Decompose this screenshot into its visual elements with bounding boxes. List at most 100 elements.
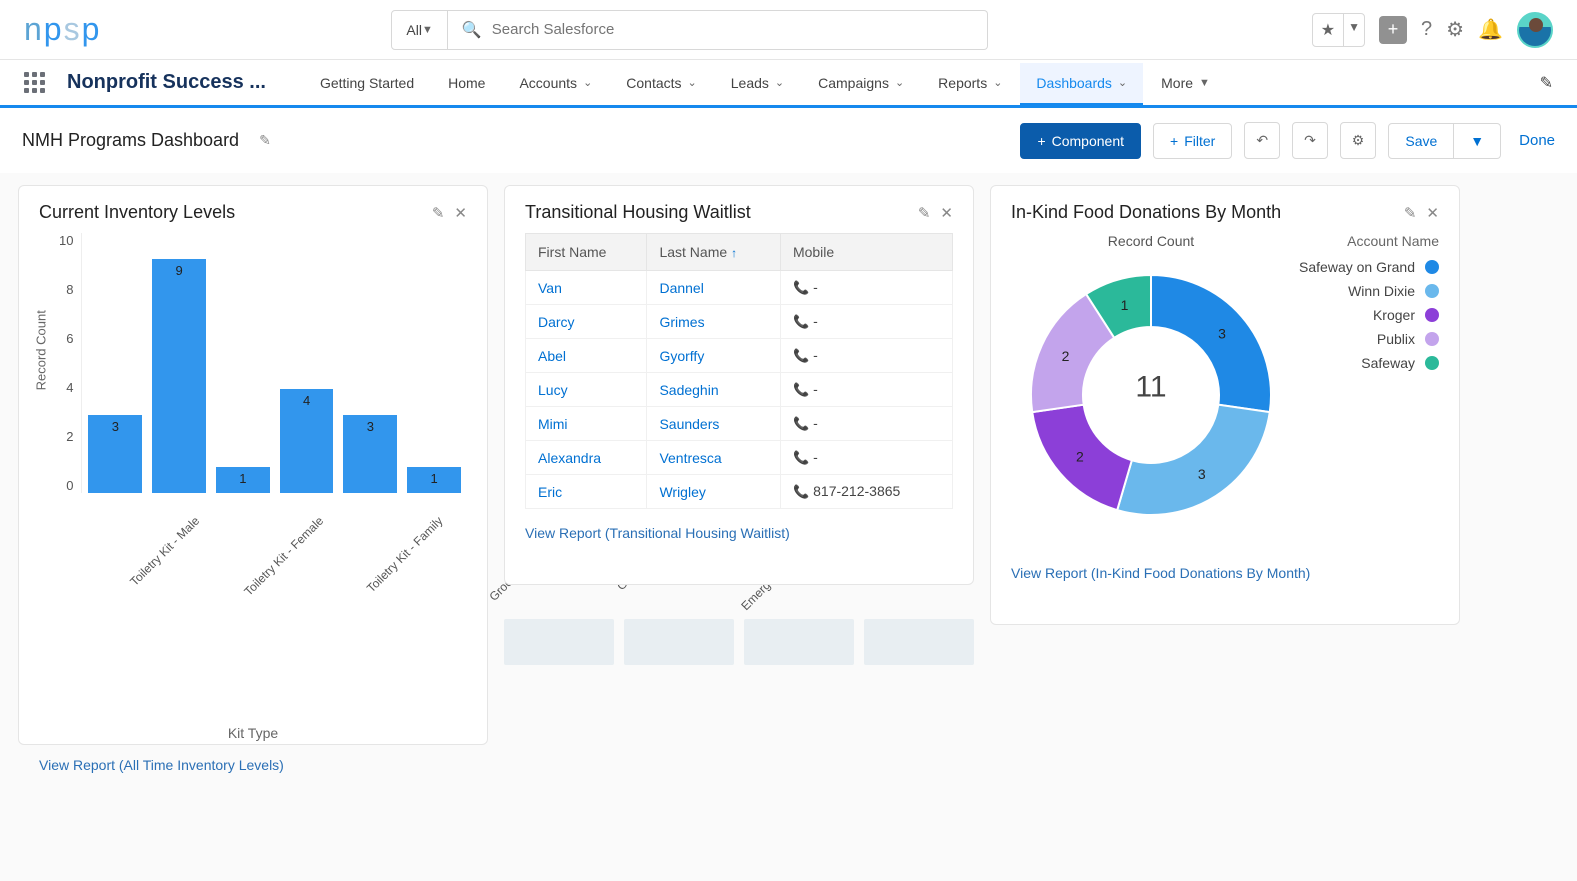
grid-placeholder[interactable] <box>1440 809 1559 855</box>
view-report-donations[interactable]: View Report (In-Kind Food Donations By M… <box>1011 565 1439 581</box>
grid-placeholder[interactable] <box>18 865 137 881</box>
grid-placeholder[interactable] <box>1181 809 1300 855</box>
grid-placeholder[interactable] <box>406 809 525 855</box>
grid-placeholder[interactable] <box>1311 865 1430 881</box>
grid-placeholder[interactable] <box>664 865 783 881</box>
edit-card-icon[interactable]: ✎ <box>432 204 445 222</box>
search-input[interactable] <box>492 21 973 38</box>
grid-placeholder[interactable] <box>624 619 734 665</box>
cell-first[interactable]: Darcy <box>526 305 647 339</box>
global-add-button[interactable]: + <box>1379 16 1407 44</box>
grid-placeholder[interactable] <box>18 809 137 855</box>
table-row[interactable]: DarcyGrimes📞- <box>526 305 953 339</box>
grid-placeholder[interactable] <box>277 865 396 881</box>
grid-placeholder[interactable] <box>1052 753 1171 799</box>
cell-first[interactable]: Abel <box>526 339 647 373</box>
close-card-icon[interactable]: ✕ <box>454 204 467 222</box>
cell-first[interactable]: Alexandra <box>526 441 647 475</box>
search-box[interactable]: 🔍 <box>448 10 988 50</box>
redo-button[interactable]: ↷ <box>1292 122 1328 159</box>
close-card-icon[interactable]: ✕ <box>1426 204 1439 222</box>
grid-placeholder[interactable] <box>1181 753 1300 799</box>
cell-last[interactable]: Sadeghin <box>647 373 780 407</box>
table-row[interactable]: AbelGyorffy📞- <box>526 339 953 373</box>
cell-last[interactable]: Saunders <box>647 407 780 441</box>
grid-placeholder[interactable] <box>147 809 266 855</box>
grid-placeholder[interactable] <box>794 809 913 855</box>
table-row[interactable]: MimiSaunders📞- <box>526 407 953 441</box>
legend-item[interactable]: Kroger <box>1291 307 1439 323</box>
grid-placeholder[interactable] <box>1311 809 1430 855</box>
grid-placeholder[interactable] <box>664 753 783 799</box>
grid-placeholder[interactable] <box>504 619 614 665</box>
grid-placeholder[interactable] <box>406 865 525 881</box>
view-report-waitlist[interactable]: View Report (Transitional Housing Waitli… <box>525 525 953 541</box>
table-row[interactable]: AlexandraVentresca📞- <box>526 441 953 475</box>
cell-first[interactable]: Eric <box>526 475 647 509</box>
grid-placeholder[interactable] <box>277 809 396 855</box>
favorite-button[interactable]: ★ <box>1313 14 1344 46</box>
edit-title-icon[interactable]: ✎ <box>259 132 271 149</box>
cell-mobile[interactable]: 📞- <box>780 305 952 339</box>
dashboard-settings-button[interactable]: ⚙ <box>1340 122 1377 159</box>
edit-card-icon[interactable]: ✎ <box>918 204 931 222</box>
user-avatar[interactable] <box>1517 12 1553 48</box>
nav-more[interactable]: More▼ <box>1145 63 1226 103</box>
save-dropdown[interactable]: ▼ <box>1454 123 1501 159</box>
nav-accounts[interactable]: Accounts⌄ <box>503 63 608 103</box>
legend-item[interactable]: Publix <box>1291 331 1439 347</box>
grid-placeholder[interactable] <box>923 809 1042 855</box>
col-first-name[interactable]: First Name <box>526 234 647 271</box>
add-component-button[interactable]: +Component <box>1020 123 1141 159</box>
settings-gear-icon[interactable]: ⚙ <box>1446 17 1464 42</box>
grid-placeholder[interactable] <box>147 865 266 881</box>
grid-placeholder[interactable] <box>1440 865 1559 881</box>
edit-nav-icon[interactable]: ✎ <box>1540 73 1553 93</box>
cell-last[interactable]: Grimes <box>647 305 780 339</box>
cell-mobile[interactable]: 📞- <box>780 271 952 305</box>
cell-first[interactable]: Mimi <box>526 407 647 441</box>
cell-last[interactable]: Ventresca <box>647 441 780 475</box>
cell-mobile[interactable]: 📞- <box>780 407 952 441</box>
nav-getting-started[interactable]: Getting Started <box>304 63 430 103</box>
cell-last[interactable]: Dannel <box>647 271 780 305</box>
grid-placeholder[interactable] <box>1181 865 1300 881</box>
legend-item[interactable]: Safeway <box>1291 355 1439 371</box>
table-row[interactable]: LucySadeghin📞- <box>526 373 953 407</box>
nav-home[interactable]: Home <box>432 63 501 103</box>
help-icon[interactable]: ? <box>1421 18 1432 41</box>
grid-placeholder[interactable] <box>1052 865 1171 881</box>
grid-placeholder[interactable] <box>1440 753 1559 799</box>
save-button[interactable]: Save <box>1388 123 1454 159</box>
cell-first[interactable]: Lucy <box>526 373 647 407</box>
favorites-dropdown[interactable]: ▼ <box>1344 14 1364 46</box>
cell-mobile[interactable]: 📞817-212-3865 <box>780 475 952 509</box>
app-launcher-icon[interactable] <box>24 72 45 93</box>
table-row[interactable]: EricWrigley📞817-212-3865 <box>526 475 953 509</box>
grid-placeholder[interactable] <box>744 619 854 665</box>
grid-placeholder[interactable] <box>664 809 783 855</box>
cell-last[interactable]: Wrigley <box>647 475 780 509</box>
cell-mobile[interactable]: 📞- <box>780 373 952 407</box>
grid-placeholder[interactable] <box>535 809 654 855</box>
view-report-inventory[interactable]: View Report (All Time Inventory Levels) <box>39 757 467 773</box>
grid-placeholder[interactable] <box>864 619 974 665</box>
grid-placeholder[interactable] <box>1311 753 1430 799</box>
nav-dashboards[interactable]: Dashboards⌄ <box>1020 63 1143 106</box>
edit-card-icon[interactable]: ✎ <box>1404 204 1417 222</box>
notifications-bell-icon[interactable]: 🔔 <box>1478 17 1503 42</box>
legend-item[interactable]: Winn Dixie <box>1291 283 1439 299</box>
cell-mobile[interactable]: 📞- <box>780 441 952 475</box>
search-scope-dropdown[interactable]: All ▼ <box>391 10 447 50</box>
cell-last[interactable]: Gyorffy <box>647 339 780 373</box>
col-mobile[interactable]: Mobile <box>780 234 952 271</box>
grid-placeholder[interactable] <box>923 865 1042 881</box>
grid-placeholder[interactable] <box>1052 809 1171 855</box>
legend-item[interactable]: Safeway on Grand <box>1291 259 1439 275</box>
nav-campaigns[interactable]: Campaigns⌄ <box>802 63 920 103</box>
undo-button[interactable]: ↶ <box>1244 122 1280 159</box>
close-card-icon[interactable]: ✕ <box>940 204 953 222</box>
cell-mobile[interactable]: 📞- <box>780 339 952 373</box>
grid-placeholder[interactable] <box>535 753 654 799</box>
nav-leads[interactable]: Leads⌄ <box>715 63 800 103</box>
